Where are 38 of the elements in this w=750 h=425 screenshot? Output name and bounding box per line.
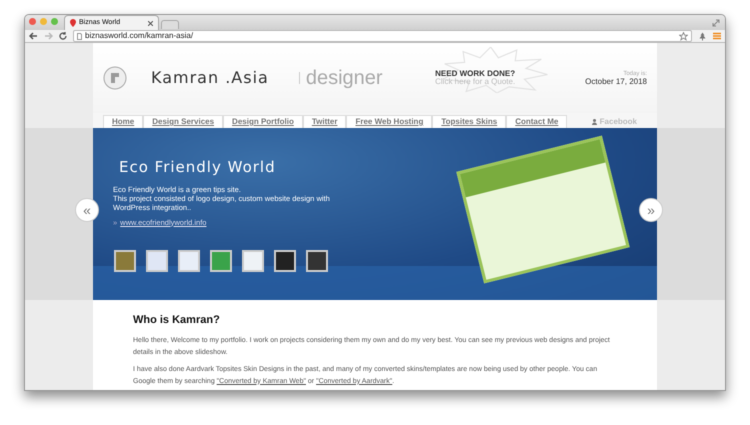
new-tab-button[interactable] [161, 20, 179, 29]
maximize-icon[interactable] [51, 18, 58, 25]
url-text: biznasworld.com/kamran-asia/ [85, 30, 194, 42]
previous-button[interactable]: « [75, 198, 99, 222]
nav-link[interactable]: Topsites Skins [432, 115, 506, 128]
thumbnail-placeholder[interactable] [274, 250, 296, 272]
fullscreen-icon[interactable] [712, 19, 720, 27]
close-icon[interactable] [148, 20, 153, 26]
nav-link[interactable]: Design Portfolio [223, 115, 303, 128]
thumbnail-placeholder[interactable] [146, 250, 168, 272]
thumbnail-placeholder[interactable] [178, 250, 200, 272]
nav-link[interactable]: Free Web Hosting [346, 115, 432, 128]
forward-icon[interactable] [44, 32, 53, 40]
back-icon[interactable] [29, 32, 38, 40]
address-bar[interactable]: biznasworld.com/kamran-asia/ [73, 30, 692, 42]
date-text: October 17, 2018 [585, 78, 647, 86]
map-pin-icon [70, 19, 76, 27]
thumbnail-placeholder[interactable] [114, 250, 136, 272]
nav-link[interactable]: Contact Me [506, 115, 568, 128]
slide-title: Eco Friendly World [119, 157, 277, 178]
promo-title[interactable]: NEED WORK DONE? [435, 70, 516, 78]
menu-icon[interactable] [713, 32, 721, 40]
nav-link[interactable]: Home [103, 115, 144, 128]
brand-name: Kamran .Asia [151, 67, 269, 89]
page-icon [77, 32, 82, 40]
nav-link[interactable]: Design Services [143, 115, 224, 128]
thumbnail-placeholder[interactable] [210, 250, 232, 272]
reload-icon[interactable] [59, 32, 67, 40]
logo-icon [103, 66, 127, 90]
nav-link[interactable]: Twitter [302, 115, 346, 128]
next-button[interactable]: » [639, 198, 663, 222]
thumbnail-placeholder[interactable] [306, 250, 328, 272]
tagline: designer [306, 66, 383, 91]
minimize-icon[interactable] [40, 18, 47, 25]
star-icon[interactable] [679, 32, 688, 40]
thumbnail-placeholder[interactable] [242, 250, 264, 272]
section-heading: Who is Kamran? [133, 313, 221, 328]
person-icon [592, 118, 597, 124]
